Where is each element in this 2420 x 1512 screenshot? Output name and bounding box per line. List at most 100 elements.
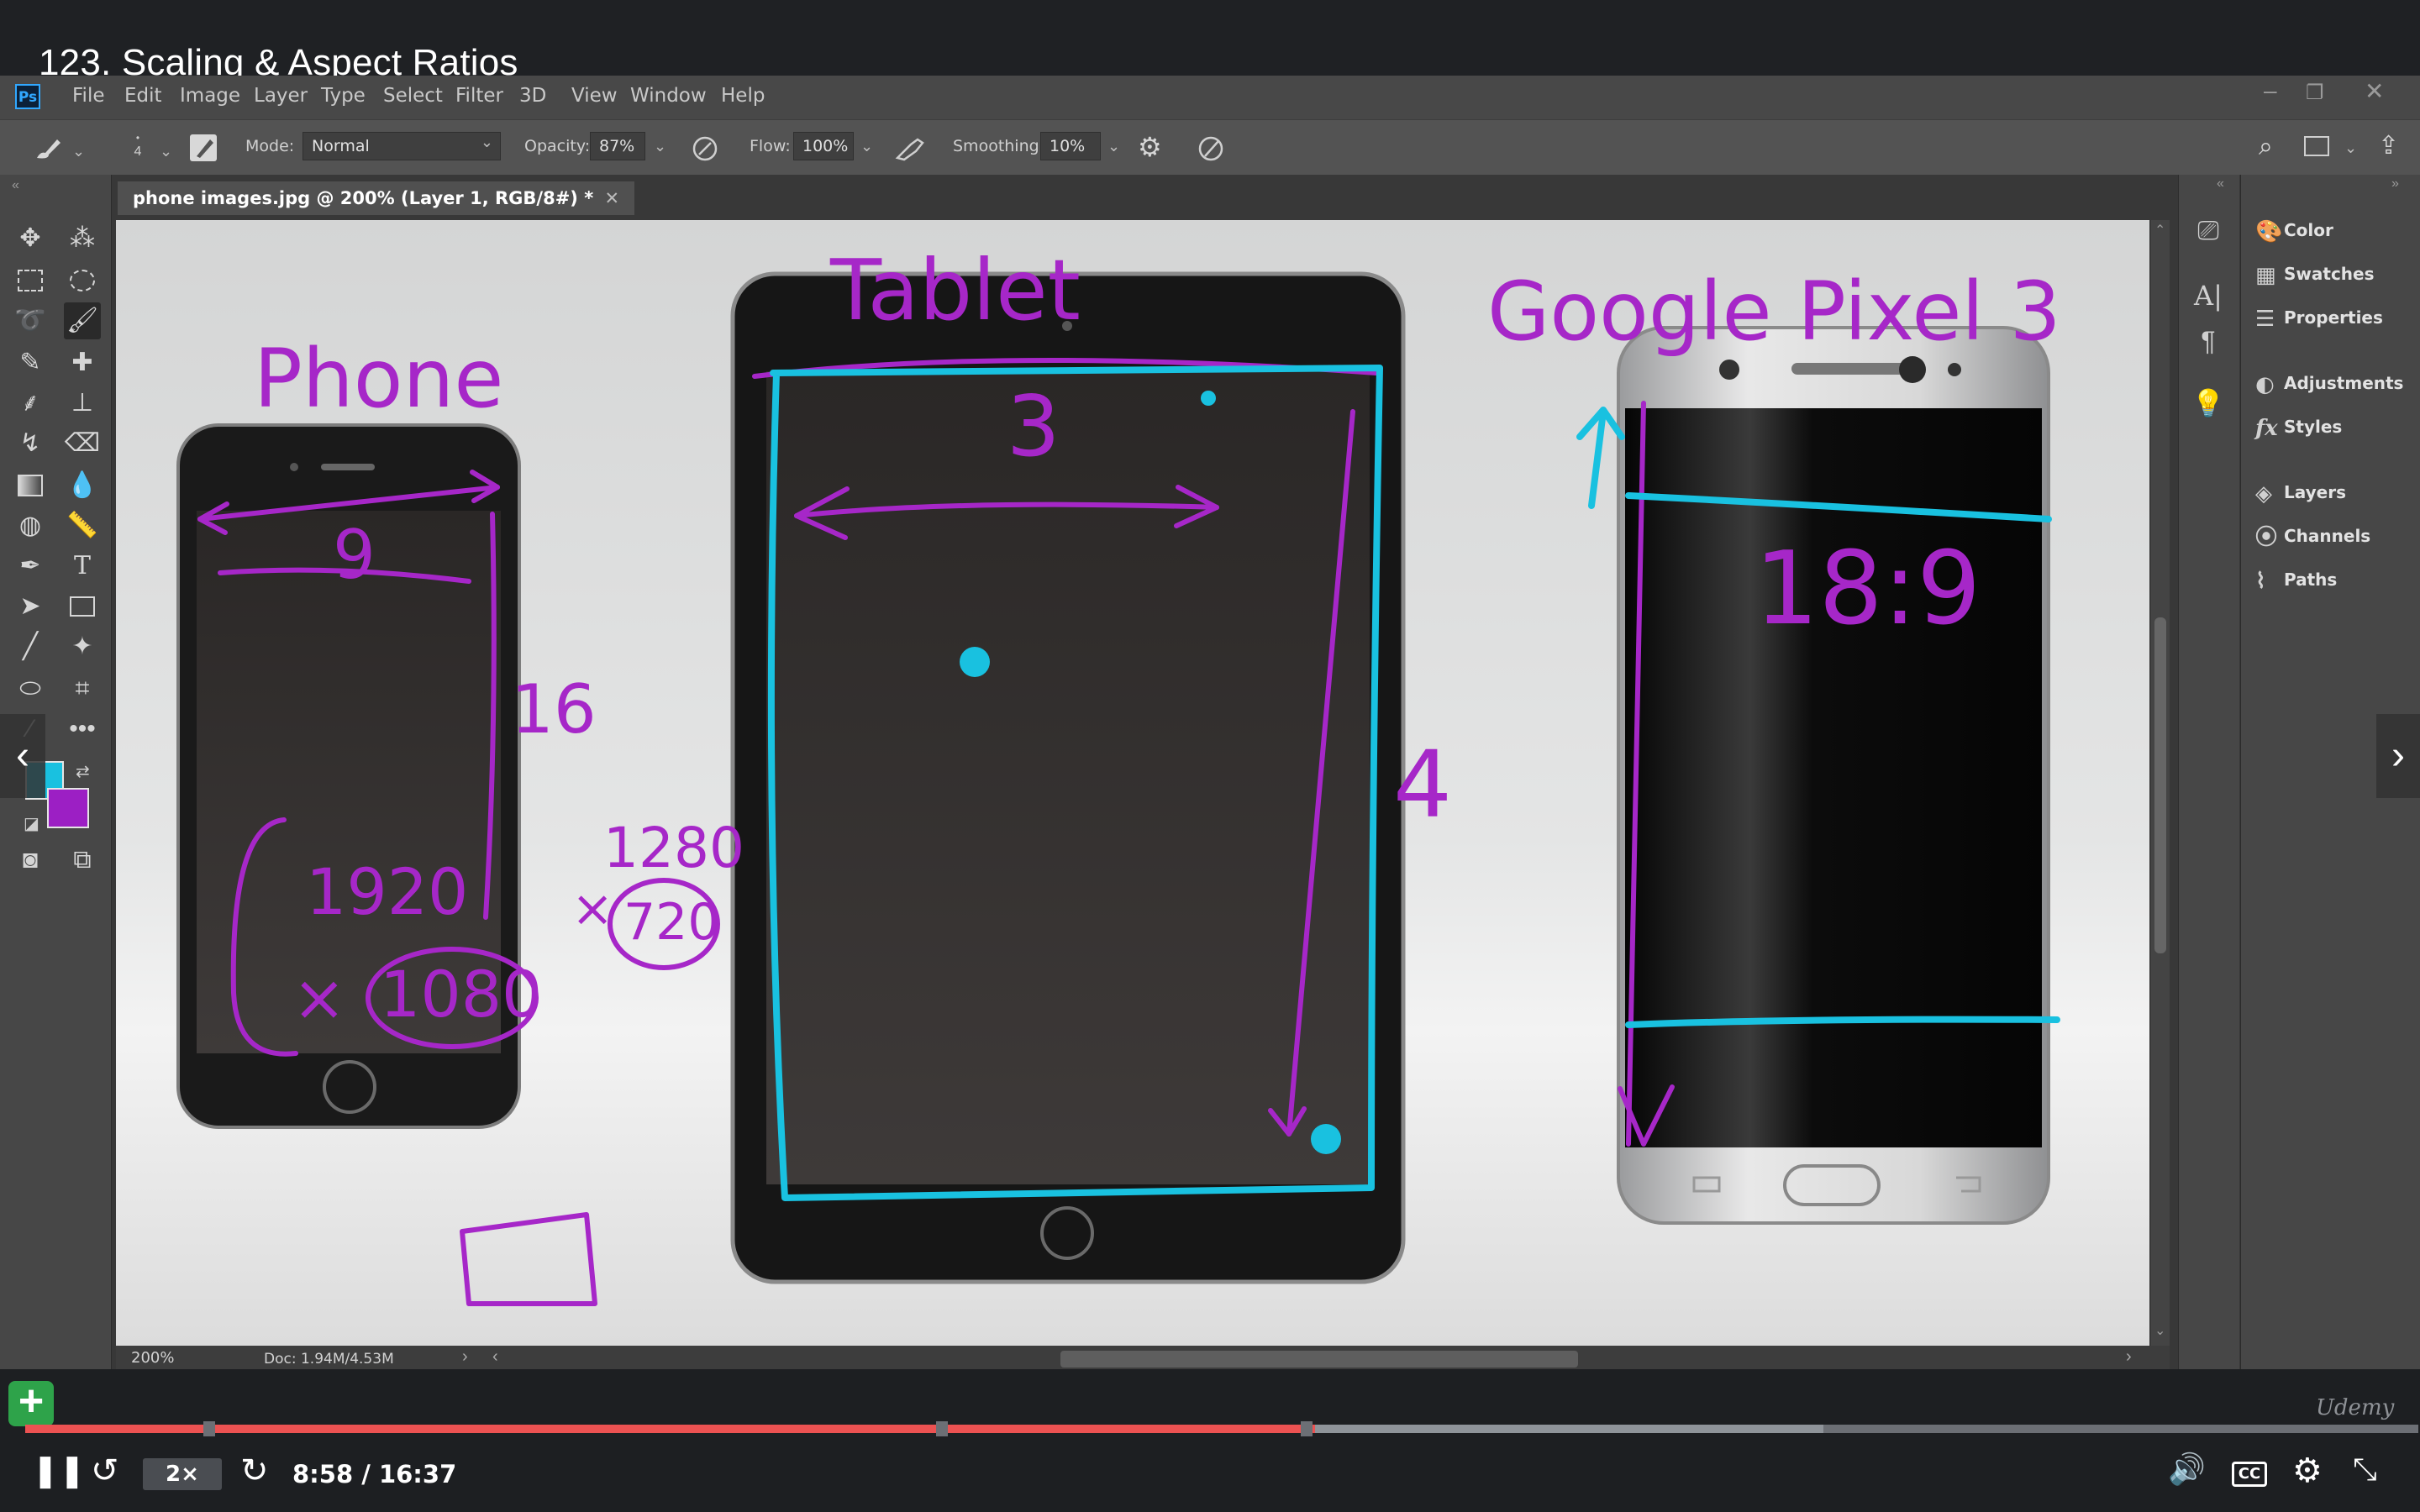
next-lecture-button[interactable]: › xyxy=(2376,714,2420,798)
swap-colors-icon[interactable]: ⇄ xyxy=(76,761,90,782)
panel-styles[interactable]: fx Styles xyxy=(2255,410,2342,444)
close-tab-icon[interactable]: ✕ xyxy=(605,188,620,208)
sponge-tool-icon[interactable]: ◍ xyxy=(12,507,49,544)
scroll-up-icon[interactable]: ⌃ xyxy=(2154,222,2165,239)
menu-view[interactable]: View xyxy=(571,85,618,107)
screen-mode-icon[interactable]: ⧉ xyxy=(64,842,101,879)
panel-swatches[interactable]: ▦ Swatches xyxy=(2255,257,2375,291)
panel-properties[interactable]: ☰ Properties xyxy=(2255,301,2383,334)
panel-color[interactable]: 🎨Color xyxy=(2255,213,2333,247)
pen-tool-icon[interactable]: ✒ xyxy=(12,548,49,585)
menu-image[interactable]: Image xyxy=(180,85,240,107)
default-colors-icon[interactable]: ◪ xyxy=(24,813,39,834)
magic-wand-icon[interactable]: ⁂ xyxy=(64,220,101,257)
captions-button[interactable]: CC xyxy=(2232,1462,2267,1487)
workspace-icon[interactable] xyxy=(2304,136,2329,156)
healing-brush-icon[interactable]: ✚ xyxy=(64,344,101,381)
brush-preset-chevron-icon[interactable]: ⌄ xyxy=(72,143,85,160)
opacity-chevron-icon[interactable]: ⌄ xyxy=(654,138,666,155)
brush-size-preview[interactable]: • 4 xyxy=(129,133,146,168)
exit-fullscreen-icon[interactable]: ⤡ xyxy=(2353,1452,2377,1488)
smoothing-input[interactable]: 10% xyxy=(1040,132,1101,160)
rectangle-tool-icon[interactable] xyxy=(64,588,101,625)
menu-select[interactable]: Select xyxy=(383,85,443,107)
menu-edit[interactable]: Edit xyxy=(124,85,162,107)
scroll-left-icon[interactable]: ‹ xyxy=(492,1347,498,1367)
forward-icon[interactable]: ↻ xyxy=(240,1452,269,1490)
flow-input[interactable]: 100% xyxy=(793,132,854,160)
status-menu-chevron-icon[interactable]: › xyxy=(462,1347,468,1367)
more-tools-icon[interactable]: ••• xyxy=(64,711,101,748)
background-color-swatch[interactable] xyxy=(47,788,89,828)
settings-gear-icon[interactable]: ⚙ xyxy=(2292,1452,2323,1490)
restore-icon[interactable]: ❐ xyxy=(2306,81,2324,105)
previous-lecture-button[interactable]: ‹ xyxy=(0,714,45,798)
close-icon[interactable]: ✕ xyxy=(2365,77,2384,105)
line-tool-icon[interactable]: ╱ xyxy=(12,628,49,665)
panel-adjustments[interactable]: ◐ Adjustments xyxy=(2255,366,2403,400)
brush-tool-icon[interactable]: 🖌 xyxy=(64,302,101,339)
symmetry-icon[interactable] xyxy=(1197,134,1225,163)
custom-shape-icon[interactable]: ✦ xyxy=(64,628,101,665)
ellipse-tool-icon[interactable]: ⬭ xyxy=(12,670,49,707)
art-brush-icon[interactable]: ↯ xyxy=(12,425,49,462)
panel-layers[interactable]: ◈ Layers xyxy=(2255,475,2346,509)
airbrush-icon[interactable] xyxy=(894,134,926,163)
menu-layer[interactable]: Layer xyxy=(254,85,308,107)
pencil-tool-icon[interactable]: ✎ xyxy=(12,344,49,381)
panel-channels[interactable]: ⦿ Channels xyxy=(2255,519,2370,553)
doc-size-info[interactable]: Doc: 1.94M/4.53M xyxy=(264,1351,394,1368)
history-panel-icon[interactable]: ⎚ xyxy=(2191,213,2225,247)
flow-chevron-icon[interactable]: ⌄ xyxy=(860,138,873,155)
pressure-opacity-icon[interactable] xyxy=(691,134,719,163)
menu-3d[interactable]: 3D xyxy=(519,85,546,107)
elliptical-marquee-icon[interactable] xyxy=(64,262,101,299)
scroll-right-icon[interactable]: › xyxy=(2126,1347,2132,1367)
brush-settings-icon[interactable] xyxy=(190,134,217,161)
horizontal-scroll-thumb[interactable] xyxy=(1060,1351,1578,1368)
crop-tool-icon[interactable]: ⌗ xyxy=(64,670,101,707)
pause-button[interactable]: ❚❚ xyxy=(32,1452,86,1489)
zoom-level[interactable]: 200% xyxy=(131,1349,174,1367)
lasso-tool-icon[interactable]: ➰ xyxy=(12,302,49,339)
vertical-scroll-thumb[interactable] xyxy=(2154,617,2166,953)
quick-mask-icon[interactable]: ◙ xyxy=(12,842,49,879)
character-panel-icon[interactable]: A| xyxy=(2191,279,2225,312)
menu-help[interactable]: Help xyxy=(721,85,765,107)
workspace-chevron-icon[interactable]: ⌄ xyxy=(2344,139,2357,157)
scroll-down-icon[interactable]: ⌄ xyxy=(2154,1322,2165,1339)
path-selection-icon[interactable]: ➤ xyxy=(12,588,49,625)
share-icon[interactable]: ⇪ xyxy=(2378,131,2399,160)
chapter-marker[interactable] xyxy=(203,1421,215,1436)
collapse-panels-icon[interactable]: » xyxy=(2391,176,2399,192)
rewind-icon[interactable]: ↺ xyxy=(91,1452,119,1490)
document-tab[interactable]: phone images.jpg @ 200% (Layer 1, RGB/8#… xyxy=(118,181,635,215)
chapter-marker[interactable] xyxy=(936,1421,948,1436)
menu-window[interactable]: Window xyxy=(630,85,707,107)
brush-size-chevron-icon[interactable]: ⌄ xyxy=(160,143,172,160)
menu-file[interactable]: File xyxy=(72,85,105,107)
clone-stamp-icon[interactable]: ⊥ xyxy=(64,385,101,422)
menu-filter[interactable]: Filter xyxy=(455,85,503,107)
brush-tool-icon[interactable] xyxy=(32,134,66,161)
gear-icon[interactable]: ⚙ xyxy=(1138,131,1162,163)
playback-speed-button[interactable]: 2× xyxy=(143,1458,222,1490)
volume-icon[interactable]: 🔊 xyxy=(2168,1452,2206,1487)
type-tool-icon[interactable]: T xyxy=(64,548,101,585)
panel-paths[interactable]: ⌇ Paths xyxy=(2255,563,2337,596)
history-brush-icon[interactable]: ⸙ xyxy=(12,385,49,422)
blur-tool-icon[interactable]: 💧 xyxy=(64,467,101,504)
mode-select[interactable]: Normal ⌄ xyxy=(302,132,501,160)
chapter-marker[interactable] xyxy=(1301,1421,1313,1436)
menu-type[interactable]: Type xyxy=(321,85,366,107)
opacity-input[interactable]: 87% xyxy=(590,132,645,160)
move-tool-icon[interactable]: ✥ xyxy=(12,220,49,257)
document-canvas[interactable]: Phone 9 16 1920 × 1080 1280 × 720 Tablet… xyxy=(116,220,2149,1346)
paragraph-panel-icon[interactable]: ¶ xyxy=(2191,324,2225,358)
ruler-icon[interactable]: 📏 xyxy=(64,507,101,544)
search-icon[interactable]: ⌕ xyxy=(2259,133,2273,161)
add-note-button[interactable]: + xyxy=(8,1379,54,1426)
marquee-tool-icon[interactable] xyxy=(12,262,49,299)
collapse-toolbox-icon[interactable]: « xyxy=(12,178,19,193)
expand-strip-icon[interactable]: « xyxy=(2217,176,2224,192)
